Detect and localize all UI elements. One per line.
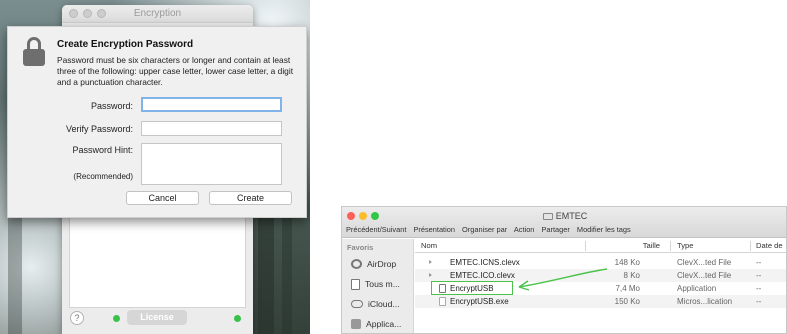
finder-toolbar-labels: Précédent/Suivant Présentation Organiser… bbox=[346, 225, 636, 234]
sidebar-item-label: AirDrop bbox=[367, 259, 397, 269]
file-name: EncryptUSB.exe bbox=[450, 297, 509, 306]
toolbar-arrange[interactable]: Organiser par bbox=[462, 225, 507, 234]
toolbar-back-forward[interactable]: Précédent/Suivant bbox=[346, 225, 406, 234]
airdrop-icon bbox=[351, 259, 362, 269]
column-header-date[interactable]: Date de bbox=[756, 239, 783, 253]
finder-title-text: EMTEC bbox=[555, 211, 588, 221]
file-date: -- bbox=[756, 271, 762, 280]
toolbar-view[interactable]: Présentation bbox=[413, 225, 455, 234]
sheet-description: Password must be six characters or longe… bbox=[57, 55, 294, 87]
column-header-name[interactable]: Nom bbox=[421, 239, 437, 253]
file-date: -- bbox=[756, 297, 762, 306]
wallpaper-tree bbox=[8, 214, 22, 334]
file-name: EMTEC.ICNS.clevx bbox=[450, 258, 520, 267]
hint-recommended-label: (Recommended) bbox=[73, 172, 133, 181]
finder-window: EMTEC Précédent/Suivant Présentation Org… bbox=[341, 206, 787, 334]
file-size: 150 Ko bbox=[614, 297, 640, 306]
cancel-button[interactable]: Cancel bbox=[126, 191, 199, 205]
file-type: Micros...lication bbox=[677, 297, 733, 306]
window-title: Encryption bbox=[133, 8, 182, 19]
disclosure-icon[interactable] bbox=[429, 260, 432, 264]
lock-icon bbox=[23, 37, 45, 67]
app-footer: ? License bbox=[62, 306, 253, 334]
sidebar-item-all-files[interactable]: Tous m... bbox=[351, 277, 400, 291]
file-type: ClevX...ted File bbox=[677, 271, 732, 280]
usb-drive-icon bbox=[542, 213, 553, 221]
password-label: Password: bbox=[90, 101, 133, 111]
highlight-annotation-box bbox=[431, 281, 513, 295]
license-button[interactable]: License bbox=[127, 310, 187, 325]
column-header-bar bbox=[415, 239, 786, 253]
password-hint-field[interactable] bbox=[141, 143, 282, 185]
finder-toolbar: EMTEC Précédent/Suivant Présentation Org… bbox=[342, 207, 786, 238]
toolbar-edit-tags[interactable]: Modifier les tags bbox=[577, 225, 631, 234]
sidebar-item-airdrop[interactable]: AirDrop bbox=[351, 257, 396, 271]
create-password-sheet: Create Encryption Password Password must… bbox=[7, 26, 307, 218]
finder-title: EMTEC bbox=[342, 211, 786, 221]
toolbar-share[interactable]: Partager bbox=[541, 225, 569, 234]
desktop-background: Encryption ? License Create Encryption P… bbox=[0, 0, 310, 334]
sidebar-item-label: Tous m... bbox=[365, 279, 400, 289]
file-type: ClevX...ted File bbox=[677, 258, 732, 267]
disclosure-icon[interactable] bbox=[429, 273, 432, 277]
all-files-icon bbox=[351, 278, 360, 290]
sidebar-item-icloud[interactable]: iCloud... bbox=[351, 297, 400, 311]
sheet-title: Create Encryption Password bbox=[57, 39, 194, 50]
app-content-panel bbox=[69, 213, 246, 308]
file-date: -- bbox=[756, 284, 762, 293]
verify-password-label: Verify Password: bbox=[65, 124, 133, 134]
sidebar-item-label: iCloud... bbox=[368, 299, 400, 309]
sidebar-item-label: Applica... bbox=[366, 319, 402, 329]
toolbar-action[interactable]: Action bbox=[514, 225, 535, 234]
applications-icon bbox=[351, 319, 361, 329]
file-list: Nom Taille Type Date de EMTEC.ICNS.clevx… bbox=[415, 239, 786, 333]
file-row[interactable]: EncryptUSB.exe 150 Ko Micros...lication … bbox=[415, 295, 786, 308]
annotation-arrow-icon bbox=[518, 268, 608, 291]
sidebar-item-applications[interactable]: Applica... bbox=[351, 317, 401, 331]
file-type: Application bbox=[677, 284, 717, 293]
encryption-titlebar[interactable]: Encryption bbox=[62, 5, 253, 23]
sidebar-heading: Favoris bbox=[347, 243, 374, 252]
verify-password-field[interactable] bbox=[141, 121, 282, 136]
column-header-size[interactable]: Taille bbox=[615, 239, 660, 253]
password-field[interactable] bbox=[141, 97, 282, 112]
file-date: -- bbox=[756, 258, 762, 267]
password-hint-label: Password Hint: bbox=[72, 145, 133, 155]
status-led-icon bbox=[113, 315, 120, 322]
finder-sidebar: Favoris AirDrop Tous m... iCloud... Appl… bbox=[342, 239, 414, 333]
column-header-type[interactable]: Type bbox=[677, 239, 693, 253]
icloud-icon bbox=[351, 300, 363, 308]
document-icon bbox=[439, 297, 446, 306]
help-button[interactable]: ? bbox=[70, 311, 84, 325]
status-led-icon bbox=[234, 315, 241, 322]
create-button[interactable]: Create bbox=[209, 191, 292, 205]
